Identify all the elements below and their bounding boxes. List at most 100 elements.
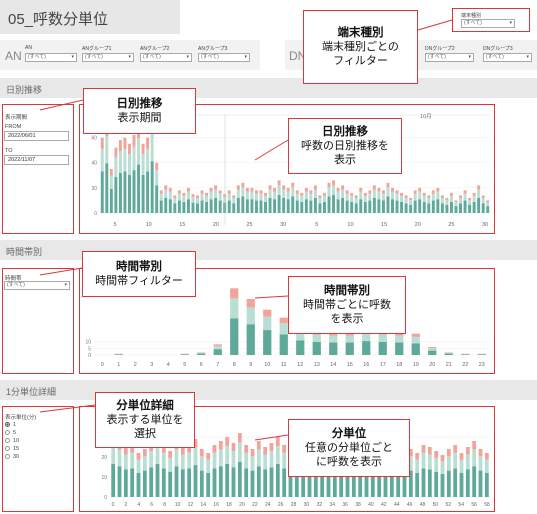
bar[interactable] — [196, 195, 199, 213]
bar[interactable] — [245, 187, 249, 213]
bar[interactable] — [191, 194, 195, 213]
bar[interactable] — [354, 195, 358, 213]
bar[interactable] — [350, 192, 354, 213]
bar[interactable] — [381, 190, 385, 213]
bar[interactable] — [434, 451, 439, 497]
bar[interactable] — [275, 437, 280, 497]
bar[interactable] — [386, 182, 390, 213]
bar[interactable] — [291, 182, 295, 213]
bar[interactable] — [164, 185, 168, 213]
bar[interactable] — [213, 344, 222, 355]
bar[interactable] — [186, 187, 190, 213]
bar[interactable] — [279, 317, 288, 355]
bar[interactable] — [205, 192, 209, 213]
bar[interactable] — [100, 137, 104, 213]
bar[interactable] — [431, 190, 435, 213]
bar[interactable] — [418, 187, 422, 213]
bar[interactable] — [177, 190, 181, 213]
bar[interactable] — [440, 195, 444, 213]
bar[interactable] — [114, 147, 118, 213]
bar[interactable] — [209, 187, 213, 213]
bar[interactable] — [478, 449, 483, 497]
bar[interactable] — [400, 192, 404, 213]
bar[interactable] — [109, 169, 113, 213]
bar[interactable] — [268, 185, 272, 213]
bar[interactable] — [180, 353, 189, 355]
bar[interactable] — [395, 190, 399, 213]
bar[interactable] — [422, 192, 426, 213]
an-filter-select[interactable]: (すべて) — [82, 53, 134, 62]
bar[interactable] — [377, 187, 381, 213]
bar[interactable] — [218, 190, 222, 213]
bar[interactable] — [250, 187, 254, 213]
bar[interactable] — [465, 447, 470, 497]
bar[interactable] — [312, 331, 321, 355]
bar[interactable] — [282, 185, 286, 213]
bar[interactable] — [199, 449, 204, 497]
bar[interactable] — [236, 185, 240, 213]
bar[interactable] — [137, 125, 141, 213]
bar[interactable] — [472, 441, 477, 497]
bar[interactable] — [484, 453, 489, 497]
bar[interactable] — [472, 192, 476, 213]
bar[interactable] — [313, 185, 317, 213]
bar[interactable] — [444, 352, 453, 355]
bar[interactable] — [263, 309, 272, 355]
minute-unit-option[interactable]: 10 — [5, 437, 19, 445]
bar[interactable] — [391, 187, 394, 213]
bar[interactable] — [449, 192, 453, 213]
bar[interactable] — [341, 185, 345, 213]
bar[interactable] — [128, 143, 131, 213]
bar[interactable] — [259, 190, 263, 213]
bar[interactable] — [329, 332, 338, 355]
bar[interactable] — [404, 195, 408, 213]
radio-icon[interactable] — [5, 454, 10, 460]
bar[interactable] — [363, 192, 367, 213]
bar[interactable] — [123, 137, 127, 213]
bar[interactable] — [409, 197, 413, 213]
bar[interactable] — [427, 447, 432, 497]
bar[interactable] — [459, 453, 464, 497]
radio-icon[interactable] — [5, 422, 10, 428]
bar[interactable] — [218, 441, 223, 497]
bar[interactable] — [182, 192, 186, 213]
bar[interactable] — [445, 197, 449, 213]
bar[interactable] — [256, 441, 261, 497]
terminal-select[interactable]: (すべて) — [461, 19, 515, 28]
bar[interactable] — [461, 353, 470, 355]
bar[interactable] — [477, 185, 481, 213]
bar[interactable] — [225, 437, 230, 497]
bar[interactable] — [454, 200, 458, 213]
bar[interactable] — [446, 449, 451, 497]
radio-icon[interactable] — [5, 438, 10, 444]
bar[interactable] — [345, 190, 349, 213]
bar[interactable] — [359, 187, 363, 213]
bar[interactable] — [277, 180, 281, 213]
bar[interactable] — [463, 190, 467, 213]
bar[interactable] — [227, 190, 231, 213]
bar[interactable] — [173, 195, 177, 213]
bar[interactable] — [327, 182, 331, 213]
bar[interactable] — [436, 187, 440, 213]
bar[interactable] — [345, 332, 354, 355]
bar[interactable] — [118, 140, 122, 213]
bar[interactable] — [180, 447, 185, 497]
bar[interactable] — [146, 137, 150, 213]
bar[interactable] — [481, 195, 485, 213]
bar[interactable] — [318, 195, 322, 213]
bar[interactable] — [161, 445, 166, 497]
to-date-input[interactable]: 2022/11/07 — [4, 155, 69, 165]
bar[interactable] — [309, 190, 313, 213]
bar[interactable] — [428, 347, 437, 355]
bar[interactable] — [168, 187, 172, 213]
bar[interactable] — [486, 200, 490, 213]
bar[interactable] — [168, 451, 173, 497]
bar[interactable] — [212, 445, 217, 497]
bar[interactable] — [372, 185, 376, 213]
bar[interactable] — [241, 182, 245, 213]
bar[interactable] — [206, 453, 211, 497]
bar[interactable] — [453, 445, 458, 497]
bar[interactable] — [197, 352, 206, 355]
from-date-input[interactable]: 2022/06/01 — [4, 131, 69, 141]
bar[interactable] — [282, 445, 287, 497]
